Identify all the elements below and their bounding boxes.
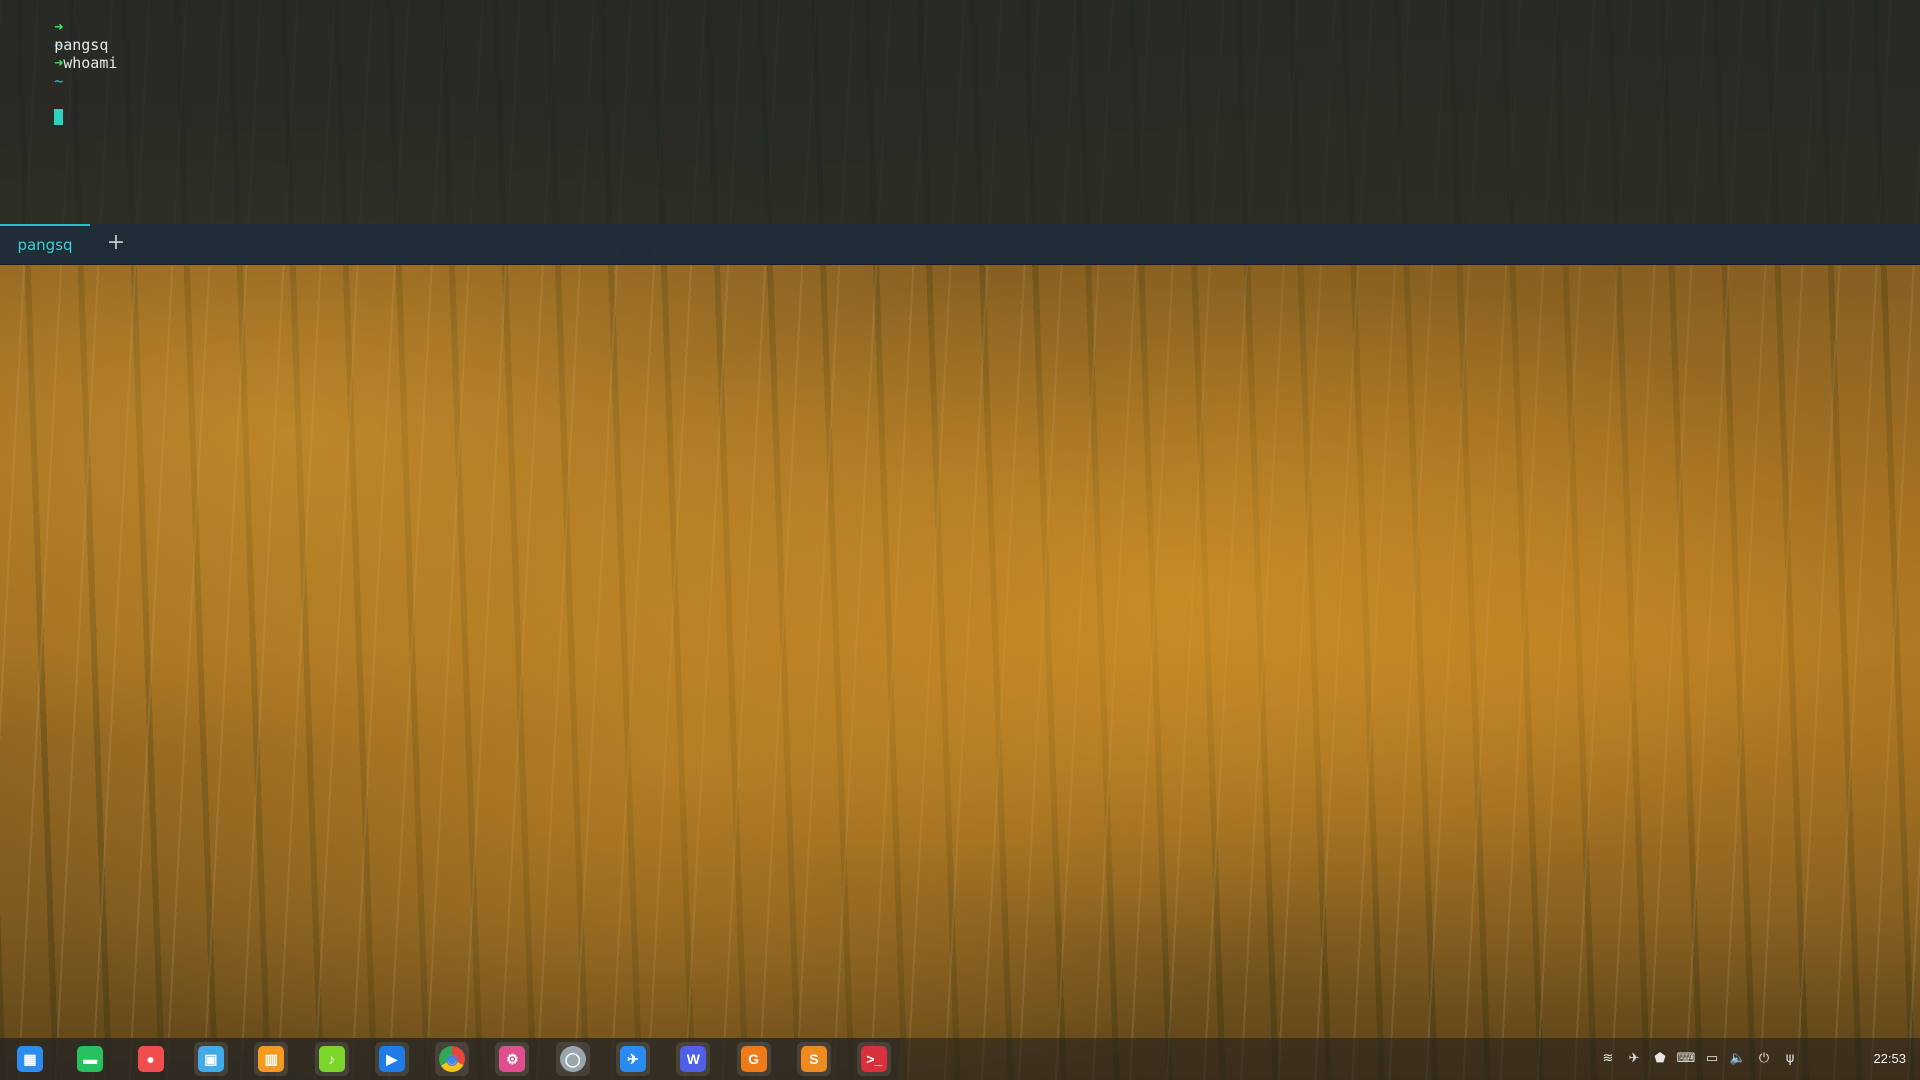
power-icon[interactable]: ⏻ bbox=[1756, 1050, 1772, 1066]
settings-icon: ⚙ bbox=[499, 1046, 526, 1072]
command-output: pangsq bbox=[54, 36, 109, 54]
terminal-line: ➜ ~ whoami bbox=[0, 0, 1920, 72]
launcher-dock-item[interactable]: ▦ bbox=[13, 1042, 47, 1076]
settings-dock-item[interactable]: ⚙ bbox=[495, 1042, 530, 1076]
prompt-directory: ~ bbox=[54, 72, 64, 90]
sublime-text-icon: S bbox=[800, 1046, 827, 1072]
messenger-dock-item[interactable]: ✈ bbox=[616, 1042, 650, 1076]
screen-recorder-dock-item[interactable]: ● bbox=[134, 1042, 168, 1076]
volume-muted-icon[interactable]: 🔈 bbox=[1730, 1050, 1746, 1066]
telegram-icon[interactable]: ✈ bbox=[1626, 1050, 1642, 1066]
prompt-arrow: ➜ bbox=[54, 54, 64, 72]
wps-presentation-icon: G bbox=[740, 1046, 767, 1072]
browser-icon: ◯ bbox=[559, 1046, 586, 1072]
terminal-icon: >_ bbox=[861, 1046, 888, 1072]
command-text: whoami bbox=[54, 54, 118, 72]
archive-manager-icon: ▥ bbox=[258, 1046, 285, 1072]
taskbar: ▦ ▬ ● ▣ ▥ ♪ ▶ ◉ ⚙ ◯ ✈ W G S >_ ≋ ✈ ⬟ ⌨ ▭ 🔈 ⏻ ψ 22:53 bbox=[0, 1038, 1920, 1080]
video-player-dock-item[interactable]: ▶ bbox=[374, 1042, 409, 1076]
chrome-dock-item[interactable]: ◉ bbox=[435, 1042, 470, 1076]
battery-icon[interactable]: ▭ bbox=[1704, 1050, 1720, 1066]
text-cursor bbox=[54, 109, 64, 125]
app-store-icon: ▣ bbox=[197, 1046, 224, 1072]
messenger-icon: ✈ bbox=[620, 1046, 646, 1072]
prompt-arrow: ➜ bbox=[54, 18, 64, 36]
app-store-dock-item[interactable]: ▣ bbox=[193, 1042, 228, 1076]
usb-icon[interactable]: ψ bbox=[1782, 1050, 1798, 1066]
vpn-shield-icon[interactable]: ⬟ bbox=[1652, 1050, 1668, 1066]
add-tab-button[interactable]: + bbox=[104, 230, 128, 258]
clock[interactable]: 22:53 bbox=[1873, 1038, 1906, 1080]
terminal-window[interactable]: ➜ ~ whoami pangsq ➜ ~ pangsq + bbox=[0, 0, 1920, 265]
music-dock-item[interactable]: ♪ bbox=[314, 1042, 349, 1076]
launcher-icon: ▦ bbox=[17, 1046, 43, 1072]
video-player-icon: ▶ bbox=[378, 1046, 405, 1072]
sublime-text-dock-item[interactable]: S bbox=[796, 1042, 831, 1076]
wps-presentation-dock-item[interactable]: G bbox=[736, 1042, 771, 1076]
archive-manager-dock-item[interactable]: ▥ bbox=[254, 1042, 289, 1076]
terminal-line: pangsq bbox=[0, 18, 1920, 54]
terminal-output[interactable]: ➜ ~ whoami pangsq ➜ ~ bbox=[0, 0, 1920, 224]
system-tray: ≋ ✈ ⬟ ⌨ ▭ 🔈 ⏻ ψ bbox=[1590, 1038, 1920, 1080]
browser-dock-item[interactable]: ◯ bbox=[555, 1042, 590, 1076]
terminal-dock-item[interactable]: >_ bbox=[857, 1042, 892, 1076]
file-manager-dock-item[interactable]: ▬ bbox=[73, 1042, 107, 1076]
tab-pangsq[interactable]: pangsq bbox=[0, 224, 90, 264]
terminal-tab-bar: pangsq + bbox=[0, 224, 1920, 265]
command-text bbox=[54, 90, 63, 108]
music-icon: ♪ bbox=[318, 1046, 345, 1072]
wps-writer-dock-item[interactable]: W bbox=[676, 1042, 711, 1076]
wps-writer-icon: W bbox=[680, 1046, 707, 1072]
terminal-line: ➜ ~ bbox=[0, 36, 1920, 125]
keyboard-icon[interactable]: ⌨ bbox=[1677, 1050, 1696, 1066]
chrome-icon: ◉ bbox=[439, 1046, 466, 1072]
wifi-icon[interactable]: ≋ bbox=[1600, 1050, 1616, 1066]
screen-recorder-icon: ● bbox=[137, 1046, 164, 1072]
file-manager-icon: ▬ bbox=[77, 1046, 104, 1072]
